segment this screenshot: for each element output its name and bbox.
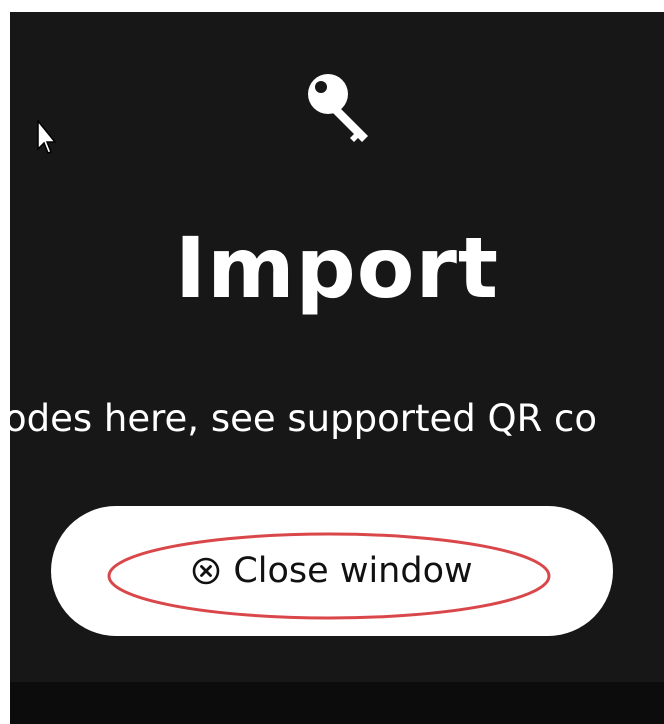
mouse-cursor-icon (37, 119, 57, 154)
circle-x-icon (193, 557, 220, 585)
close-window-button[interactable]: Close window (51, 506, 613, 636)
import-dialog: Import odes here, see supported QR co Cl… (10, 12, 664, 724)
key-icon (308, 74, 368, 142)
close-window-label: Close window (233, 551, 473, 591)
import-instructions: odes here, see supported QR co (10, 397, 598, 440)
page-title: Import (174, 219, 500, 317)
footer-strip (10, 682, 664, 724)
close-window-button-content: Close window (191, 551, 473, 591)
